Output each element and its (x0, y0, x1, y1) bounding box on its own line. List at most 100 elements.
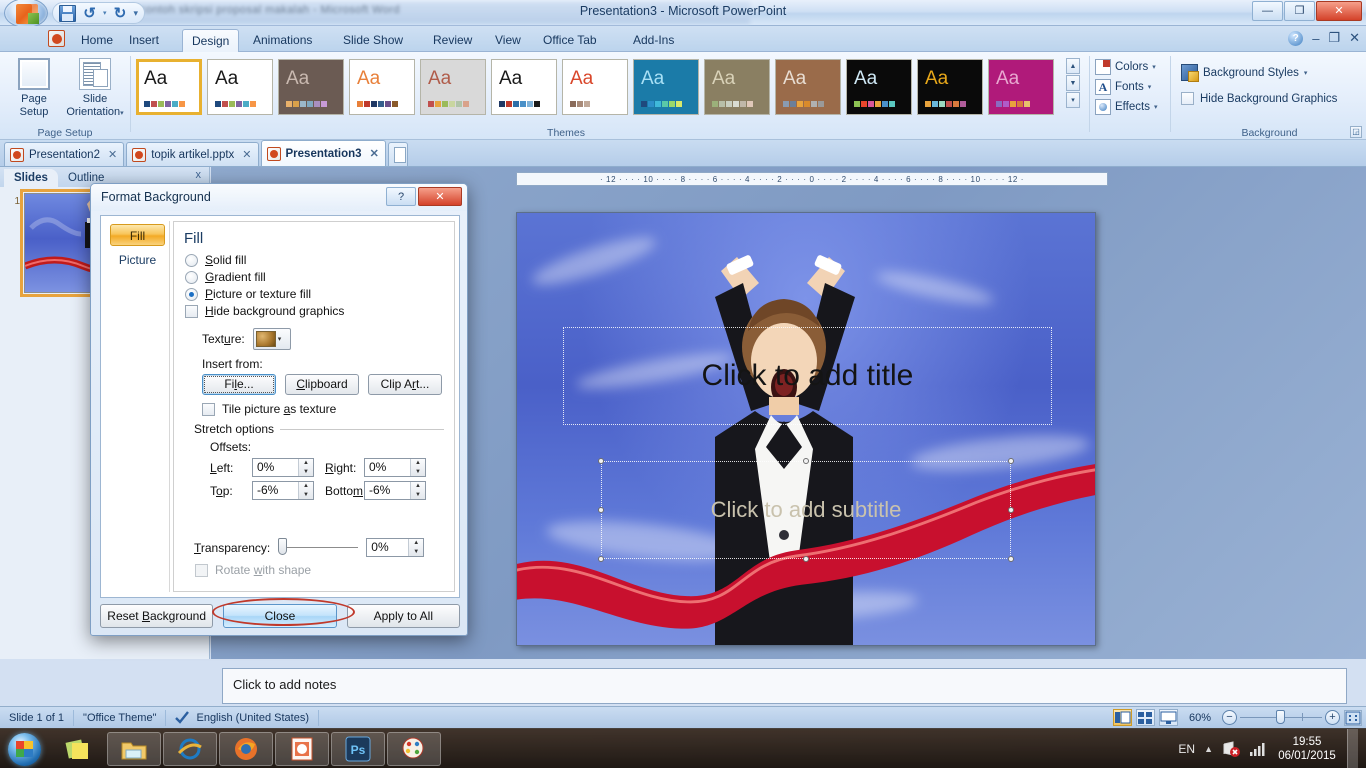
checkbox-tile-picture-as-texture[interactable]: Tile picture as texture (202, 402, 444, 416)
new-document-tab-button[interactable] (387, 142, 408, 166)
resize-handle-s[interactable] (802, 555, 809, 562)
theme-thumbnail-concourse[interactable]: Aa (420, 59, 486, 115)
gallery-scroll-up-icon[interactable]: ▲ (1066, 58, 1080, 74)
format-background-dialog[interactable]: Format Background ? ✕ Fill Picture Fill … (90, 183, 468, 636)
tab-slides[interactable]: Slides (4, 169, 58, 187)
apply-to-all-button[interactable]: Apply to All (346, 604, 460, 628)
resize-handle-w[interactable] (597, 506, 604, 513)
stickynotes-icon[interactable] (51, 732, 105, 766)
spin-down-icon[interactable]: ▼ (411, 468, 425, 477)
theme-fonts-button[interactable]: A Fonts ▾ (1092, 77, 1168, 97)
reset-background-button[interactable]: Reset Background (100, 604, 214, 628)
slide-orientation-button[interactable]: Slide Orientation▾ (62, 58, 128, 120)
spin-down-icon[interactable]: ▼ (411, 491, 425, 500)
page-setup-button[interactable]: Page Setup (6, 58, 62, 118)
ribbon-tab-insert[interactable]: Insert (120, 29, 168, 52)
gallery-scroll-down-icon[interactable]: ▼ (1066, 75, 1080, 91)
inner-close-button[interactable]: ✕ (1349, 30, 1360, 46)
dialog-nav-fill[interactable]: Fill (110, 224, 165, 246)
radio-solid-fill[interactable]: Solid fill (185, 253, 444, 267)
taskbar-clock[interactable]: 19:55 06/01/2015 (1276, 735, 1338, 763)
ribbon-tab-animations[interactable]: Animations (244, 29, 321, 52)
theme-thumbnail-aspect[interactable]: Aa (278, 59, 344, 115)
themes-gallery[interactable]: Aa Aa Aa Aa Aa Aa Aa Aa Aa Aa Aa Aa Aa (136, 57, 1071, 117)
firefox-icon[interactable] (219, 731, 273, 766)
offset-bottom-value[interactable]: -6% (365, 482, 410, 499)
close-button[interactable]: ✕ (1316, 1, 1362, 21)
resize-handle-sw[interactable] (597, 555, 604, 562)
inner-restore-button[interactable]: ❐ (1328, 30, 1340, 46)
theme-thumbnail-median[interactable]: Aa (704, 59, 770, 115)
theme-thumbnail-flow[interactable]: Aa (562, 59, 628, 115)
notes-pane[interactable]: Click to add notes (222, 668, 1347, 704)
theme-thumbnail-foundry[interactable]: Aa (633, 59, 699, 115)
minimize-button[interactable]: — (1252, 1, 1283, 21)
resize-handle-se[interactable] (1008, 555, 1015, 562)
gallery-more-icon[interactable]: ▾ (1066, 92, 1080, 108)
close-pane-icon[interactable]: x (196, 169, 202, 181)
explorer-icon[interactable] (107, 731, 161, 766)
document-tab-close-icon[interactable]: ✕ (108, 148, 117, 161)
spin-down-icon[interactable]: ▼ (409, 548, 423, 557)
zoom-out-button[interactable]: − (1222, 710, 1237, 725)
transparency-slider[interactable] (278, 538, 359, 555)
offset-top-spinner[interactable]: -6% ▲ ▼ (252, 481, 314, 500)
radio-gradient-fill[interactable]: Gradient fill (185, 270, 444, 284)
ribbon-tab-design[interactable]: Design (182, 29, 240, 52)
offset-bottom-spinner[interactable]: -6% ▲ ▼ (364, 481, 426, 500)
fit-slide-to-window-icon[interactable] (1344, 709, 1362, 726)
zoom-track[interactable] (1240, 710, 1322, 724)
spin-up-icon[interactable]: ▲ (409, 539, 423, 548)
help-icon[interactable]: ? (1288, 30, 1304, 46)
spin-down-icon[interactable]: ▼ (299, 491, 313, 500)
offset-left-spinner[interactable]: 0% ▲ ▼ (252, 458, 314, 477)
normal-view-icon[interactable] (1112, 709, 1132, 726)
theme-thumbnail-office-theme[interactable]: Aa (136, 59, 202, 115)
theme-thumbnail-civic[interactable]: Aa (349, 59, 415, 115)
background-styles-button[interactable]: Background Styles ▾ (1181, 64, 1307, 82)
network-error-icon[interactable] (1222, 741, 1240, 757)
ribbon-tab-view[interactable]: View (486, 29, 530, 52)
document-tab-topik-artikel-pptx[interactable]: topik artikel.pptx ✕ (126, 142, 259, 166)
paint-icon[interactable] (387, 731, 441, 766)
dialog-close-button[interactable]: ✕ (418, 187, 462, 206)
restore-button[interactable]: ❐ (1284, 1, 1315, 21)
offset-right-value[interactable]: 0% (365, 459, 410, 476)
document-tab-presentation2[interactable]: Presentation2 ✕ (4, 142, 125, 166)
show-desktop-button[interactable] (1347, 729, 1358, 768)
ribbon-tab-office-tab[interactable]: Office Tab (534, 29, 606, 52)
hide-background-graphics-checkbox[interactable]: Hide Background Graphics (1181, 92, 1337, 105)
show-hidden-icons-icon[interactable]: ▲ (1204, 744, 1213, 754)
theme-thumbnail-module[interactable]: Aa (846, 59, 912, 115)
spin-up-icon[interactable]: ▲ (411, 482, 425, 491)
theme-thumbnail-apex[interactable]: Aa (207, 59, 273, 115)
zoom-in-button[interactable]: + (1325, 710, 1340, 725)
volume-icon[interactable] (1249, 741, 1267, 757)
zoom-slider[interactable]: − + (1222, 710, 1340, 725)
insert-file-button[interactable]: File... (202, 374, 276, 395)
title-placeholder[interactable]: Click to add title (563, 327, 1052, 425)
checkbox-hide-background-graphics[interactable]: Hide background graphics (185, 304, 444, 318)
slide-sorter-icon[interactable] (1135, 709, 1155, 726)
photoshop-icon[interactable]: Ps (331, 731, 385, 766)
theme-effects-button[interactable]: Effects ▾ (1092, 97, 1168, 117)
insert-clip-art-button[interactable]: Clip Art... (368, 374, 442, 395)
transparency-spinner[interactable]: 0% ▲ ▼ (366, 538, 425, 557)
dialog-nav-picture[interactable]: Picture (110, 249, 165, 271)
radio-picture-or-texture-fill[interactable]: Picture or texture fill (185, 287, 444, 301)
spin-up-icon[interactable]: ▲ (299, 482, 313, 491)
slide-canvas[interactable]: Click to add title Click to add subtitle (516, 212, 1096, 646)
language-indicator[interactable]: EN (1178, 742, 1195, 756)
offset-right-spinner[interactable]: 0% ▲ ▼ (364, 458, 426, 477)
zoom-thumb[interactable] (1276, 710, 1285, 724)
transparency-value[interactable]: 0% (367, 539, 408, 556)
offset-left-value[interactable]: 0% (253, 459, 298, 476)
start-button[interactable] (0, 730, 50, 768)
offset-top-value[interactable]: -6% (253, 482, 298, 499)
dialog-help-button[interactable]: ? (386, 187, 416, 206)
subtitle-placeholder[interactable]: Click to add subtitle (597, 458, 1015, 562)
document-tab-close-icon[interactable]: ✕ (242, 148, 251, 161)
ribbon-tab-review[interactable]: Review (424, 29, 481, 52)
background-dialog-launcher[interactable]: ◲ (1350, 126, 1362, 138)
theme-thumbnail-metro[interactable]: Aa (775, 59, 841, 115)
